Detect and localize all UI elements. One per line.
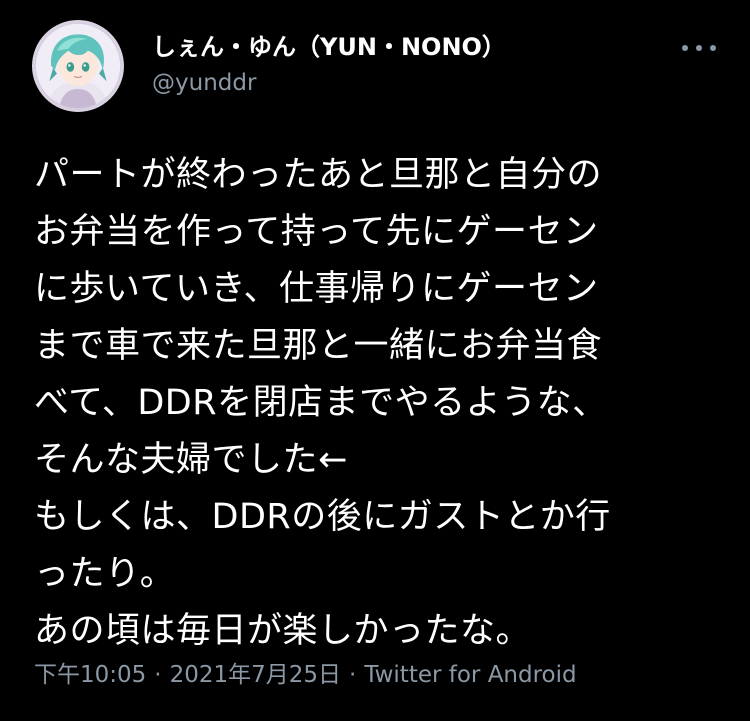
- tweet-source[interactable]: Twitter for Android: [364, 662, 576, 688]
- tweet-header: しぇん・ゆん（YUN・NONO） @yunddr: [32, 20, 722, 120]
- meta-separator: ·: [154, 662, 162, 688]
- tweet-date[interactable]: 2021年7月25日: [170, 662, 341, 688]
- tweet-text-line: まで車で来た旦那と一緒にお弁当食: [34, 326, 603, 366]
- tweet-text-line: お弁当を作って持って先にゲーセン: [34, 212, 599, 252]
- tweet-text-line: に歩いていき、仕事帰りにゲーセン: [34, 269, 599, 309]
- user-names: しぇん・ゆん（YUN・NONO） @yunddr: [152, 32, 632, 98]
- tweet-card: しぇん・ゆん（YUN・NONO） @yunddr パートが終わったあと旦那と自分…: [0, 0, 750, 721]
- avatar[interactable]: [32, 20, 124, 112]
- more-dot: [710, 45, 716, 51]
- tweet-time[interactable]: 下午10:05: [34, 662, 146, 688]
- tweet-text-line: あの頃は毎日が楽しかったな。: [34, 611, 532, 651]
- display-name[interactable]: しぇん・ゆん（YUN・NONO）: [152, 32, 632, 62]
- tweet-text: パートが終わったあと旦那と自分の お弁当を作って持って先にゲーセン に歩いていき…: [34, 147, 724, 660]
- user-handle[interactable]: @yunddr: [152, 68, 632, 98]
- tweet-text-line: もしくは、DDRの後にガストとか行: [34, 497, 611, 537]
- more-dot: [682, 45, 688, 51]
- tweet-metadata: 下午10:05 · 2021年7月25日 · Twitter for Android: [34, 660, 577, 690]
- meta-separator: ·: [349, 662, 357, 688]
- more-dot: [696, 45, 702, 51]
- tweet-text-line: ったり。: [34, 554, 176, 594]
- tweet-text-line: パートが終わったあと旦那と自分の: [34, 155, 603, 195]
- more-horizontal-icon[interactable]: [682, 38, 716, 58]
- avatar-image: [34, 22, 122, 110]
- tweet-text-line: べて、DDRを閉店までやるような、: [34, 383, 608, 423]
- tweet-text-line: そんな夫婦でした←: [34, 440, 348, 480]
